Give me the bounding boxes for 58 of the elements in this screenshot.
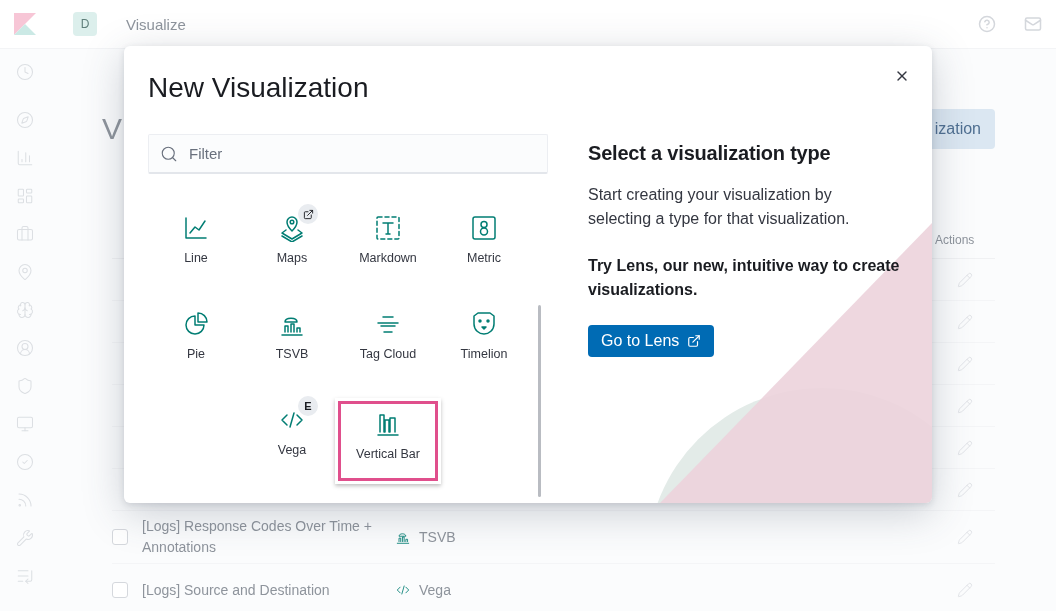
check-circle-icon[interactable] (16, 453, 34, 471)
type-label: Vega (419, 582, 451, 598)
user-icon[interactable] (16, 339, 34, 357)
pencil-icon[interactable] (957, 313, 973, 330)
dashboard-icon[interactable] (16, 187, 34, 205)
visualization-type[interactable]: Maps (244, 206, 340, 302)
visualization-type[interactable]: Metric (436, 206, 532, 302)
line-chart-icon (182, 214, 210, 242)
pencil-icon[interactable] (957, 529, 973, 545)
briefcase-icon[interactable] (16, 225, 34, 243)
map-pin-icon[interactable] (16, 263, 34, 281)
visualization-type[interactable]: Timelion (436, 302, 532, 398)
wrench-icon[interactable] (16, 529, 34, 547)
description: Start creating your visualization by selecting a type for that visualization. (588, 185, 851, 229)
external-link-icon (298, 204, 318, 224)
metric-icon (470, 214, 498, 242)
text-frame-icon (374, 214, 402, 242)
go-to-lens-button[interactable]: Go to Lens (588, 325, 715, 357)
monitor-icon[interactable] (16, 415, 34, 433)
collapse-icon[interactable] (16, 567, 34, 585)
breadcrumb: Visualize (126, 15, 187, 33)
lens-prompt: Try Lens, our new, intuitive way to create visualizations. (588, 256, 901, 300)
pencil-icon[interactable] (957, 439, 973, 456)
clock-icon[interactable] (16, 63, 34, 81)
bar-chart-icon[interactable] (16, 149, 34, 167)
search-icon (160, 145, 178, 163)
external-link-icon (687, 334, 702, 348)
compass-icon[interactable] (16, 111, 34, 129)
pie-chart-icon (182, 310, 210, 338)
visualization-type[interactable]: TSVB (244, 302, 340, 398)
pencil-icon[interactable] (957, 481, 973, 498)
filter-field[interactable]: Filter (148, 134, 548, 174)
brain-icon[interactable] (16, 301, 34, 319)
visualization-type[interactable]: Pie (148, 302, 244, 398)
page-title: V (102, 112, 122, 146)
logo-icon[interactable] (14, 13, 36, 35)
pencil-icon[interactable] (957, 271, 973, 288)
section-heading: Select a visualization type (588, 142, 832, 165)
scrollbar[interactable] (538, 305, 541, 497)
column-header: Actions (935, 233, 975, 247)
signal-icon[interactable] (16, 491, 34, 509)
map-pin-icon (278, 214, 306, 242)
pencil-icon[interactable] (957, 397, 973, 414)
visualization-type[interactable]: Tag Cloud (340, 302, 436, 398)
shield-icon[interactable] (16, 377, 34, 395)
row-checkbox[interactable] (112, 582, 128, 598)
visualization-type[interactable]: Markdown (340, 206, 436, 302)
type-label: TSVB (419, 529, 456, 545)
pencil-icon[interactable] (957, 355, 973, 372)
bear-face-icon (470, 310, 498, 338)
visualization-type[interactable]: Line (148, 206, 244, 302)
row-checkbox[interactable] (112, 529, 128, 545)
modal-title: New Visualization (148, 72, 370, 104)
experimental-badge: E (298, 396, 318, 416)
space-avatar[interactable]: D (73, 12, 97, 36)
pencil-icon[interactable] (957, 582, 973, 598)
mail-icon[interactable] (1024, 15, 1042, 33)
help-icon[interactable] (978, 15, 996, 33)
